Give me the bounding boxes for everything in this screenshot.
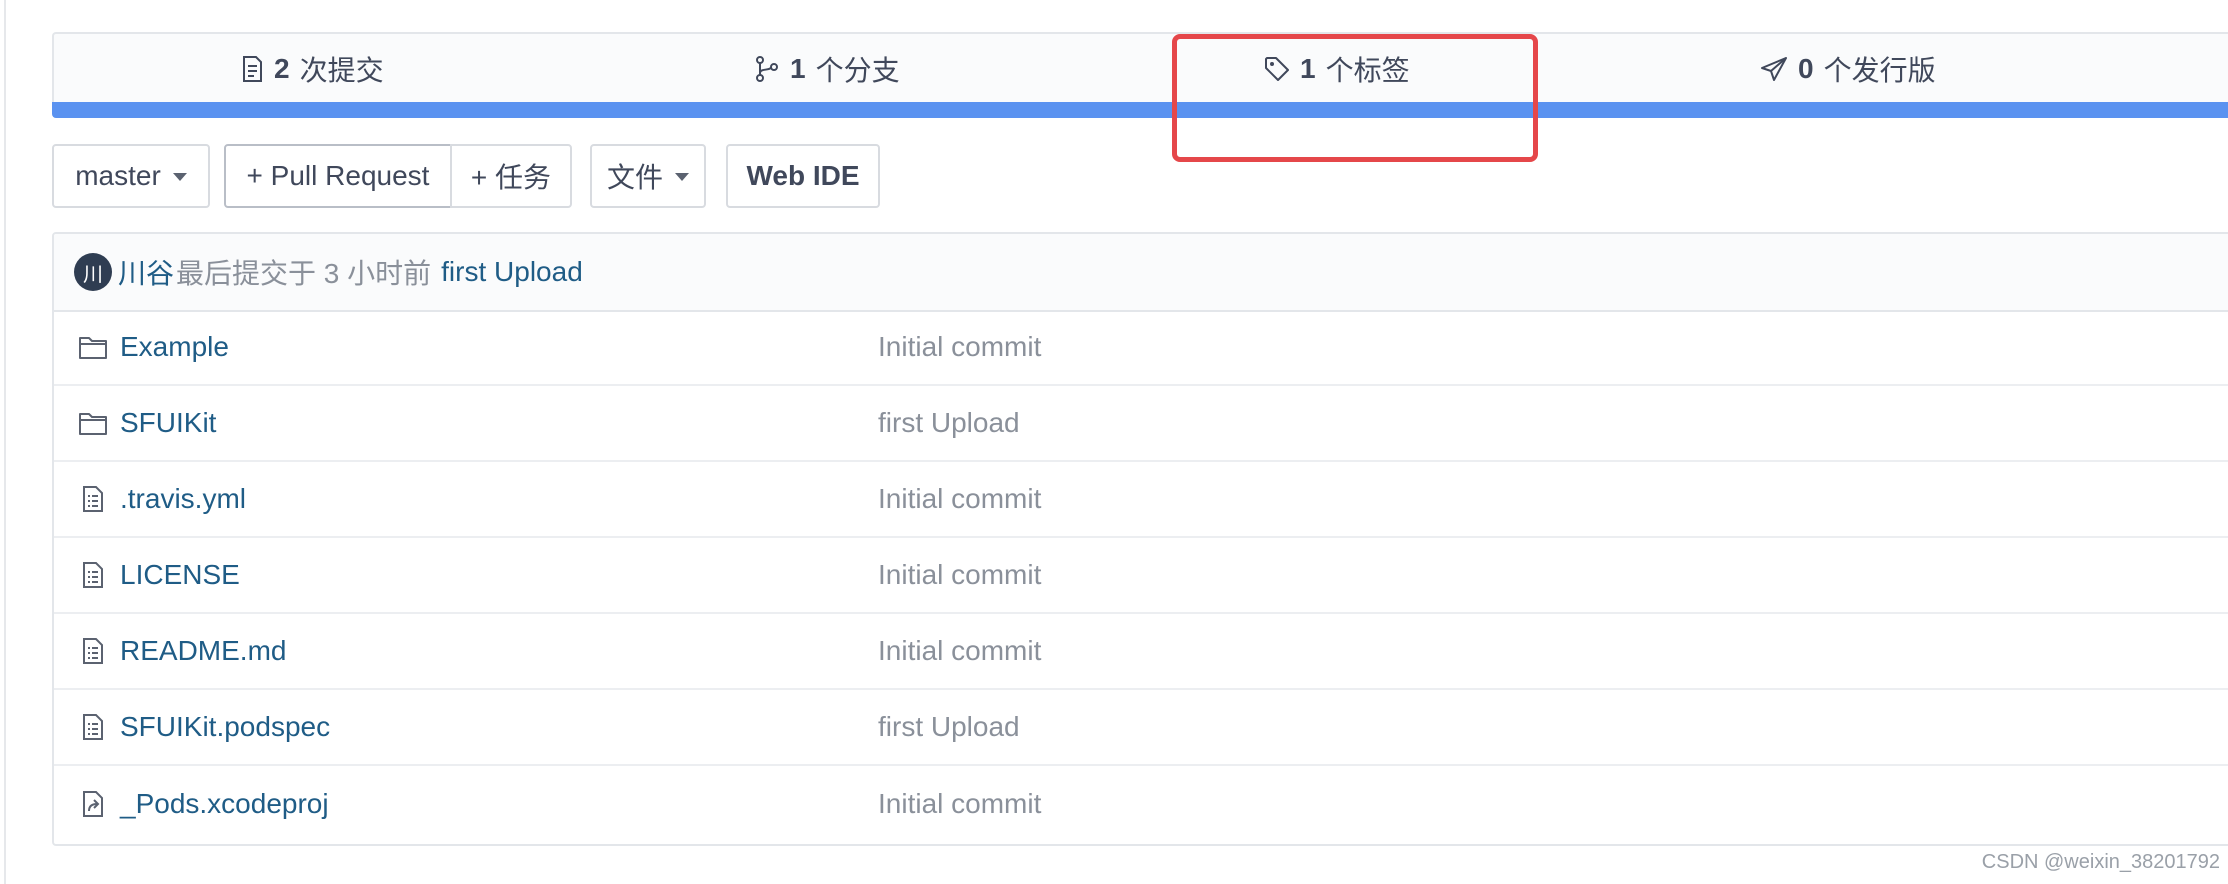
pull-request-button[interactable]: + Pull Request (224, 144, 452, 208)
file-commit-message[interactable]: Initial commit (878, 483, 1041, 515)
releases-label: 个发行版 (1823, 55, 1936, 86)
new-task-button[interactable]: + 任务 (450, 144, 572, 208)
file-name-link[interactable]: README.md (120, 635, 286, 667)
commits-label: 次提交 (299, 55, 384, 86)
file-commit-message[interactable]: Initial commit (878, 331, 1041, 363)
tags-highlight-box (1172, 34, 1538, 162)
file-row: .travis.yml Initial commit (54, 462, 2228, 538)
commit-icon (243, 56, 262, 82)
folder-icon (78, 408, 108, 438)
branch-select-label: master (75, 160, 161, 191)
commit-meta: 最后提交于 3 小时前 (176, 258, 432, 289)
releases-stat[interactable]: 0 个发行版 (1760, 52, 1936, 86)
commit-message-link[interactable]: first Upload (441, 256, 583, 288)
file-menu-label: 文件 (606, 162, 663, 193)
file-icon (78, 636, 108, 666)
symlink-icon (78, 789, 108, 819)
file-row: README.md Initial commit (54, 614, 2228, 690)
file-commit-message[interactable]: Initial commit (878, 635, 1041, 667)
branches-count: 1 (790, 53, 806, 84)
file-name-link[interactable]: Example (120, 331, 229, 363)
branches-stat[interactable]: 1 个分支 (754, 52, 900, 86)
left-divider (4, 0, 6, 884)
release-icon (1761, 57, 1787, 81)
file-name-link[interactable]: SFUIKit.podspec (120, 711, 330, 743)
file-commit-message[interactable]: Initial commit (878, 559, 1041, 591)
file-row: SFUIKit first Upload (54, 386, 2228, 462)
file-row: LICENSE Initial commit (54, 538, 2228, 614)
file-row: Example Initial commit (54, 310, 2228, 386)
file-icon (78, 484, 108, 514)
commit-author-link[interactable]: 川谷 (118, 252, 174, 292)
file-name-link[interactable]: .travis.yml (120, 483, 246, 515)
releases-count: 0 (1798, 53, 1814, 84)
file-commit-message[interactable]: first Upload (878, 711, 1020, 743)
file-name-link[interactable]: LICENSE (120, 559, 240, 591)
web-ide-label: Web IDE (746, 160, 860, 191)
avatar[interactable]: 川 (74, 253, 112, 291)
file-menu-button[interactable]: 文件 (590, 144, 706, 208)
chevron-down-icon (675, 173, 689, 181)
file-name-link[interactable]: SFUIKit (120, 407, 216, 439)
file-table: 川 川谷 最后提交于 3 小时前 first Upload Example Ini… (52, 232, 2228, 846)
file-commit-message[interactable]: first Upload (878, 407, 1020, 439)
repo-stats-bar: 2 次提交 1 个分支 1 个标签 0 个发行版 (52, 32, 2228, 102)
folder-icon (78, 332, 108, 362)
chevron-down-icon (172, 173, 187, 181)
branches-label: 个分支 (815, 55, 900, 86)
pull-request-label: + Pull Request (246, 160, 430, 191)
file-icon (78, 560, 108, 590)
branch-select[interactable]: master (52, 144, 210, 208)
web-ide-button[interactable]: Web IDE (726, 144, 880, 208)
file-commit-message[interactable]: Initial commit (878, 788, 1041, 820)
stats-accent-bar (52, 102, 2228, 118)
file-icon (78, 712, 108, 742)
repo-page: 2 次提交 1 个分支 1 个标签 0 个发行版 master + Pull R… (0, 0, 2228, 884)
file-name-link[interactable]: _Pods.xcodeproj (120, 788, 329, 820)
commits-count: 2 (274, 53, 290, 84)
file-row: SFUIKit.podspec first Upload (54, 690, 2228, 766)
new-task-label: + 任务 (470, 162, 552, 193)
branch-icon (756, 56, 778, 82)
commits-stat[interactable]: 2 次提交 (240, 52, 384, 86)
last-commit-row: 川 川谷 最后提交于 3 小时前 first Upload (54, 234, 2228, 312)
watermark: CSDN @weixin_38201792 (1981, 851, 2220, 873)
file-row: _Pods.xcodeproj Initial commit (54, 766, 2228, 842)
